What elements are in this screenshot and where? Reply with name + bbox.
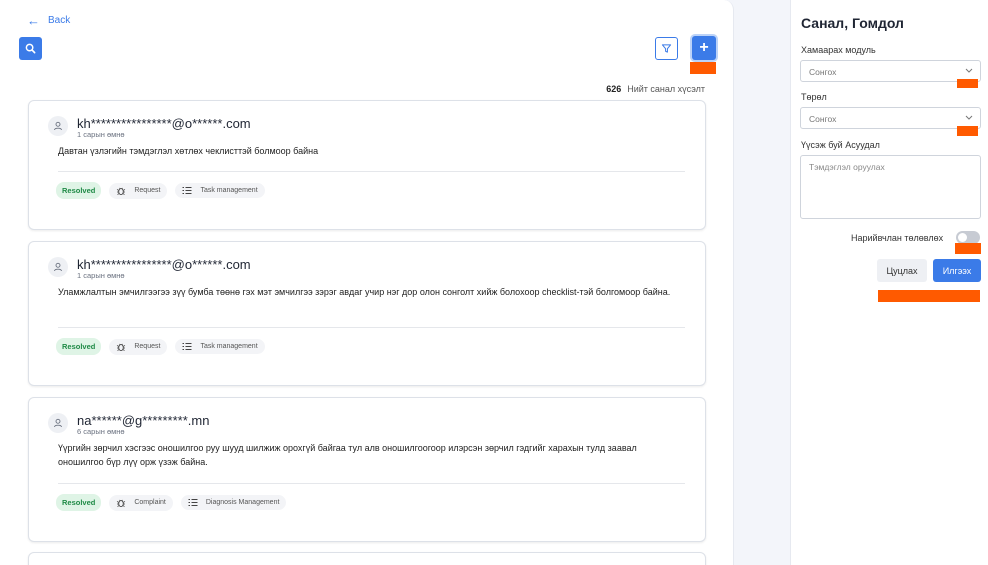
tag-row: Resolved Request Task management <box>56 338 273 355</box>
back-label: Back <box>48 15 71 26</box>
highlight-marker <box>957 126 978 136</box>
status-badge: Resolved <box>56 494 102 511</box>
feedback-card[interactable]: kh****************@o******.com 1 сарын ө… <box>28 241 706 386</box>
count-value: 626 <box>606 84 622 94</box>
user-icon <box>54 262 62 272</box>
list-icon <box>182 342 192 351</box>
list-icon <box>182 186 192 195</box>
divider <box>58 483 685 484</box>
user-icon <box>54 121 62 131</box>
count-label: Нийт санал хүсэлт <box>627 84 705 94</box>
type-label: Complaint <box>134 499 166 506</box>
toggle-label: Нарийвчлан төлөвлөх <box>851 233 944 243</box>
type-label: Request <box>134 187 161 194</box>
divider <box>58 171 685 172</box>
arrow-left-icon: ← <box>27 13 40 28</box>
highlight-marker <box>957 79 978 88</box>
chevron-down-icon <box>964 65 974 77</box>
module-tag: Diagnosis Management <box>180 495 287 510</box>
module-tag: Task management <box>175 183 265 198</box>
author-email: kh****************@o******.com <box>77 257 251 272</box>
timestamp: 1 сарын өмнө <box>77 271 125 280</box>
issue-placeholder: Тэмдэглэл оруулах <box>809 162 885 172</box>
highlight-marker <box>955 243 981 254</box>
feedback-text: Давтан үзлэгийн тэмдэглэл хөтлөх чеклист… <box>58 146 319 156</box>
module-field-label: Хамаарах модуль <box>801 45 876 55</box>
back-link[interactable]: ← Back <box>27 14 70 27</box>
type-tag: Request <box>109 338 168 355</box>
avatar <box>48 116 68 136</box>
module-tag: Task management <box>175 339 265 354</box>
feedback-text: Уламжлалтын эмчилгээгээ зүү бумба төөнө … <box>58 287 671 297</box>
module-label: Diagnosis Management <box>205 499 280 506</box>
highlight-marker <box>690 62 716 74</box>
chevron-down-icon <box>964 112 974 124</box>
status-badge: Resolved <box>56 338 102 355</box>
feedback-text: Үүргийн зөрчил хэсгээс оношилгоо руу шуу… <box>58 443 637 467</box>
avatar <box>48 257 68 277</box>
filter-icon <box>661 44 672 53</box>
cancel-button[interactable]: Цуцлах <box>877 259 927 282</box>
user-icon <box>54 418 62 428</box>
timestamp: 6 сарын өмнө <box>77 427 125 436</box>
feedback-count: 626 Нийт санал хүсэлт <box>606 84 705 94</box>
author-email: kh****************@o******.com <box>77 116 251 131</box>
tag-row: Resolved Request Task management <box>56 182 273 199</box>
issue-field-label: Үүсэж буй Асуудал <box>801 140 880 150</box>
author-email: na******@g*********.mn <box>77 413 210 428</box>
bug-icon <box>116 498 126 508</box>
bug-icon <box>116 186 126 196</box>
type-select-value: Сонгох <box>809 114 837 124</box>
send-button[interactable]: Илгээх <box>933 259 981 282</box>
feedback-card[interactable] <box>28 552 706 565</box>
tag-row: Resolved Complaint Diagnosis Management <box>56 494 294 511</box>
add-feedback-button[interactable]: + <box>692 36 716 60</box>
type-field-label: Төрөл <box>801 92 827 102</box>
divider <box>58 327 685 328</box>
type-select[interactable]: Сонгох <box>800 107 981 129</box>
form-title: Санал, Гомдол <box>801 15 904 31</box>
avatar <box>48 413 68 433</box>
search-button[interactable] <box>19 37 42 60</box>
timestamp: 1 сарын өмнө <box>77 130 125 139</box>
type-tag: Complaint <box>109 494 173 511</box>
type-tag: Request <box>109 182 168 199</box>
toggle-knob <box>958 233 967 242</box>
issue-textarea[interactable]: Тэмдэглэл оруулах <box>800 155 981 219</box>
feedback-card[interactable]: na******@g*********.mn 6 сарын өмнө Үүрг… <box>28 397 706 542</box>
type-label: Request <box>134 343 161 350</box>
module-select[interactable]: Сонгох <box>800 60 981 82</box>
list-icon <box>188 498 198 507</box>
feedback-list-panel: ← Back + 626 Нийт санал хүсэлт kh********… <box>0 0 734 565</box>
feedback-card[interactable]: kh****************@o******.com 1 сарын ө… <box>28 100 706 230</box>
highlight-marker <box>878 290 980 302</box>
module-label: Task management <box>200 187 258 194</box>
feedback-form-panel: Санал, Гомдол Хамаарах модуль Сонгох Төр… <box>790 0 988 565</box>
status-badge: Resolved <box>56 182 102 199</box>
plus-icon: + <box>699 39 709 56</box>
module-select-value: Сонгох <box>809 67 837 77</box>
module-label: Task management <box>200 343 258 350</box>
search-icon <box>25 43 36 54</box>
bug-icon <box>116 342 126 352</box>
filter-button[interactable] <box>655 37 678 60</box>
